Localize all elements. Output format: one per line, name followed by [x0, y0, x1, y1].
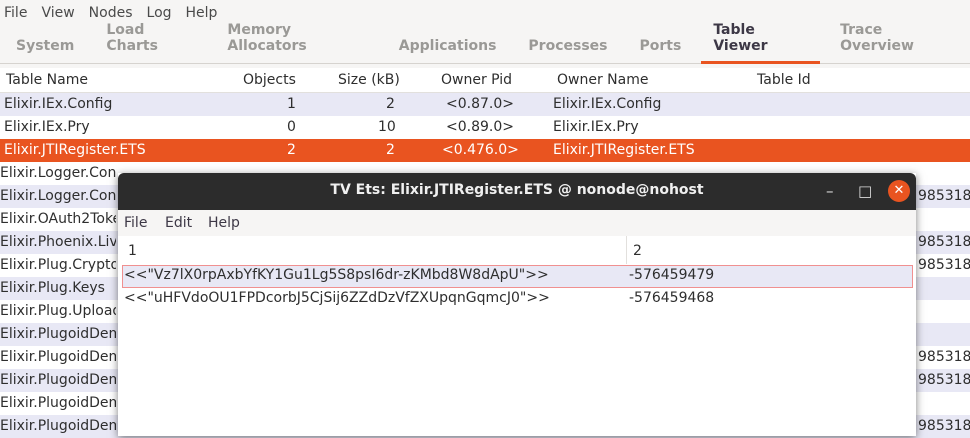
tab-bar: System Load Charts Memory Allocators App… [0, 22, 970, 64]
cell-pid: <0.476.0> [442, 142, 519, 158]
cell-name: Elixir.OAuth2Token [0, 211, 116, 227]
minimize-icon[interactable]: – [826, 182, 834, 200]
col-owner-pid[interactable]: Owner Pid [441, 72, 512, 88]
tab-ports[interactable]: Ports [640, 38, 682, 63]
maximize-icon[interactable]: □ [858, 182, 872, 200]
menu-nodes[interactable]: Nodes [89, 5, 133, 21]
cell-pid: <0.89.0> [446, 119, 514, 135]
cell-size: 10 [378, 119, 396, 135]
cell-table-id: 9853185 [918, 234, 970, 250]
cell-name: Elixir.Plug.Upload [0, 303, 116, 319]
cell-name: Elixir.PlugoidDemo [0, 395, 116, 411]
menu-file[interactable]: File [4, 5, 27, 21]
cell-size: 2 [386, 142, 395, 158]
cell-objects: 0 [287, 119, 296, 135]
cell-name: Elixir.Logger.Config [0, 188, 116, 204]
column-divider[interactable] [626, 236, 627, 264]
cell-table-id: 9853185 [918, 188, 970, 204]
close-icon[interactable]: ✕ [888, 180, 910, 202]
dialog-row-selected[interactable]: <<"Vz7lX0rpAxbYfKY1Gu1Lg5S8psI6dr-zKMbd8… [122, 265, 913, 288]
cell-name: Elixir.JTIRegister.ETS [4, 142, 146, 158]
cell-table-id: 9853185 [918, 257, 970, 273]
cell-pid: <0.87.0> [446, 96, 514, 112]
cell-size: 2 [386, 96, 395, 112]
tab-memory-allocators[interactable]: Memory Allocators [227, 22, 366, 63]
tab-table-viewer[interactable]: Table Viewer [701, 22, 820, 64]
cell-name: Elixir.Plug.Keys [0, 280, 105, 296]
dialog-titlebar[interactable]: TV Ets: Elixir.JTIRegister.ETS @ nonode@… [118, 173, 916, 210]
table-row[interactable]: Elixir.IEx.Pry 0 10 <0.89.0> Elixir.IEx.… [0, 116, 970, 139]
cell-name: Elixir.Phoenix.LiveView [0, 234, 116, 250]
tab-trace-overview[interactable]: Trace Overview [840, 22, 954, 63]
cell-owner: Elixir.IEx.Pry [553, 119, 639, 135]
dialog-col-2[interactable]: 2 [633, 243, 642, 259]
col-table-id[interactable]: Table Id [757, 72, 811, 88]
cell-objects: 2 [287, 142, 296, 158]
dialog-cell-key: <<"uHFVdoOU1FPDcorbJ5CjSij6ZZdDzVfZXUpqn… [124, 290, 550, 306]
col-table-name[interactable]: Table Name [6, 72, 88, 88]
table-row-selected[interactable]: Elixir.JTIRegister.ETS 2 2 <0.476.0> Eli… [0, 139, 970, 162]
menu-log[interactable]: Log [147, 5, 172, 21]
dialog-menubar: File Edit Help [118, 210, 916, 236]
col-owner-name[interactable]: Owner Name [557, 72, 648, 88]
cell-name: Elixir.Logger.Config [0, 165, 116, 181]
col-size[interactable]: Size (kB) [338, 72, 400, 88]
menu-view[interactable]: View [41, 5, 74, 21]
cell-name: Elixir.PlugoidDemo [0, 372, 116, 388]
ets-viewer-dialog: TV Ets: Elixir.JTIRegister.ETS @ nonode@… [118, 173, 916, 436]
cell-table-id: 9853185 [918, 372, 970, 388]
cell-name: Elixir.Plug.Crypto [0, 257, 116, 273]
cell-name: Elixir.PlugoidDemo [0, 349, 116, 365]
menu-help[interactable]: Help [186, 5, 218, 21]
dialog-menu-help[interactable]: Help [208, 215, 240, 231]
dialog-menu-edit[interactable]: Edit [165, 215, 192, 231]
dialog-menu-file[interactable]: File [124, 215, 147, 231]
tab-load-charts[interactable]: Load Charts [106, 22, 195, 63]
dialog-row[interactable]: <<"uHFVdoOU1FPDcorbJ5CjSij6ZZdDzVfZXUpqn… [122, 288, 911, 309]
col-objects[interactable]: Objects [243, 72, 296, 88]
cell-table-id: 9853185 [918, 349, 970, 365]
cell-name: Elixir.PlugoidDemo [0, 418, 116, 434]
cell-owner: Elixir.IEx.Config [553, 96, 662, 112]
dialog-table-header: 1 2 [118, 240, 916, 264]
tab-applications[interactable]: Applications [399, 38, 497, 63]
dialog-col-1[interactable]: 1 [128, 243, 137, 259]
tab-processes[interactable]: Processes [528, 38, 607, 63]
table-header: Table Name Objects Size (kB) Owner Pid O… [0, 68, 970, 93]
table-row[interactable]: Elixir.IEx.Config 1 2 <0.87.0> Elixir.IE… [0, 93, 970, 116]
cell-name: Elixir.IEx.Config [4, 96, 113, 112]
cell-table-id: 9853185 [918, 418, 970, 434]
dialog-cell-value: -576459479 [629, 267, 715, 283]
tab-system[interactable]: System [16, 38, 74, 63]
cell-objects: 1 [287, 96, 296, 112]
cell-owner: Elixir.JTIRegister.ETS [553, 142, 695, 158]
cell-name: Elixir.PlugoidDemo [0, 326, 116, 342]
dialog-title: TV Ets: Elixir.JTIRegister.ETS @ nonode@… [330, 182, 704, 198]
dialog-cell-value: -576459468 [629, 290, 715, 306]
cell-name: Elixir.IEx.Pry [4, 119, 90, 135]
dialog-cell-key: <<"Vz7lX0rpAxbYfKY1Gu1Lg5S8psI6dr-zKMbd8… [124, 267, 549, 283]
